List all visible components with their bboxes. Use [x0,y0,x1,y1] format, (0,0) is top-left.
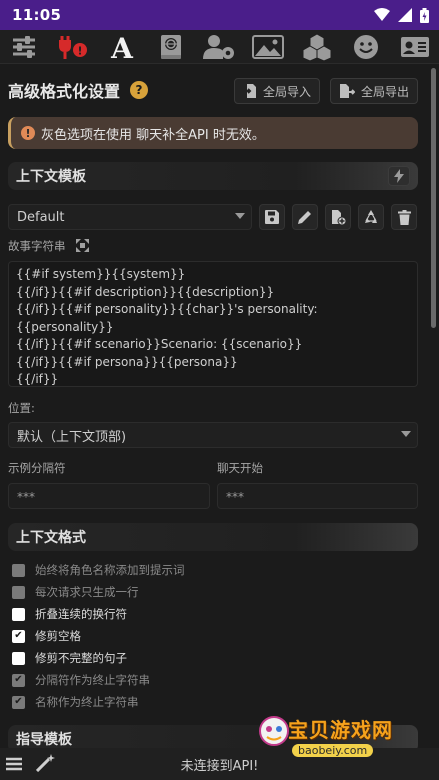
checkbox-row[interactable]: 每次请求只生成一行 [12,584,139,600]
magic-wand-icon[interactable] [36,754,56,772]
help-icon[interactable]: ? [130,81,149,99]
checkbox-label: 修剪空格 [35,629,81,643]
gamepad-icon [259,716,289,746]
status-bar: 11:05 [0,0,439,30]
checkbox[interactable] [12,607,25,621]
example-separator-input[interactable]: *** [8,483,210,509]
global-import-button[interactable]: 全局导入 [234,78,321,104]
font-a-icon[interactable]: A [105,32,139,62]
checkbox-label: 折叠连续的换行符 [35,607,127,621]
user-gear-icon[interactable] [202,32,236,62]
global-import-label: 全局导入 [263,84,312,99]
chat-start-input[interactable]: *** [217,483,418,509]
status-time: 11:05 [12,6,62,24]
file-export-icon [340,84,355,98]
save-icon [265,210,279,224]
context-preset-value: Default [17,209,65,225]
checkbox-row[interactable]: ✔ 修剪空格 [12,628,81,644]
svg-text:A: A [110,34,134,60]
instruct-template-title: 指导模板 [16,732,72,748]
menu-icon[interactable] [6,756,22,772]
checkbox-checked[interactable]: ✔ [12,629,25,643]
story-string-label: 故事字符串 [8,239,66,253]
context-preset-select[interactable]: Default [8,204,252,230]
checkbox-row[interactable]: 修剪不完整的句子 [12,650,127,666]
context-template-title: 上下文模板 [16,169,86,185]
example-separator-label: 示例分隔符 [8,461,66,475]
plug-alert-icon[interactable]: ! [56,32,90,62]
warning-banner: ! 灰色选项在使用 聊天补全API 时无效。 [8,117,418,149]
smile-icon[interactable] [349,32,383,62]
image-icon[interactable] [251,32,285,62]
api-status-text: 未连接到API! [180,758,259,774]
checkbox[interactable] [12,563,25,577]
checkbox-row[interactable]: ✔ 分隔符作为终止字符串 [12,672,150,688]
context-format-title: 上下文格式 [16,530,86,546]
watermark-logo: 宝贝游戏网 baobeiy.com [258,712,408,764]
file-plus-icon [331,209,346,225]
bolt-icon[interactable] [388,166,410,186]
checkbox[interactable] [12,585,25,599]
file-import-icon [243,84,256,98]
checkbox-row[interactable]: 折叠连续的换行符 [12,606,127,622]
checkbox-checked[interactable]: ✔ [12,695,25,709]
delete-button[interactable] [391,204,417,230]
book-globe-icon[interactable] [154,32,188,62]
checkbox-label: 每次请求只生成一行 [35,585,139,599]
scrollbar[interactable] [431,68,436,328]
context-format-section-header[interactable]: 上下文格式 [8,523,418,551]
pencil-icon [298,211,311,224]
watermark-text: 宝贝游戏网 [288,718,393,742]
save-button[interactable] [259,204,285,230]
top-nav: ! A [0,30,439,64]
global-export-label: 全局导出 [361,84,410,99]
exclamation-icon: ! [21,126,35,140]
chat-start-label: 聊天开始 [217,461,263,475]
checkbox-label: 修剪不完整的句子 [35,651,127,665]
trash-icon [397,209,411,225]
context-template-section-header[interactable]: 上下文模板 [8,162,418,190]
checkbox-label: 始终将角色名称添加到提示词 [35,563,185,577]
page-title: 高级格式化设置 [8,82,121,101]
checkbox[interactable] [12,651,25,665]
chevron-down-icon [235,213,245,219]
id-card-icon[interactable] [398,32,432,62]
battery-icon [420,7,429,23]
restore-button[interactable] [358,204,384,230]
checkbox-label: 名称作为终止字符串 [35,695,139,709]
recycle-icon [365,210,377,223]
watermark-url: baobeiy.com [292,744,374,757]
position-label: 位置: [8,401,35,415]
warning-text: 灰色选项在使用 聊天补全API 时无效。 [41,127,265,143]
position-select[interactable]: 默认（上下文顶部) [8,422,418,448]
sliders-icon[interactable] [7,32,41,62]
checkbox-row[interactable]: 始终将角色名称添加到提示词 [12,562,185,578]
position-value: 默认（上下文顶部) [17,429,127,445]
rename-button[interactable] [292,204,318,230]
global-export-button[interactable]: 全局导出 [330,78,419,104]
story-string-textarea[interactable]: {{#if system}}{{system}} {{/if}}{{#if de… [8,261,418,387]
cubes-icon[interactable] [300,32,334,62]
system-icons [374,7,429,23]
signal-icon [398,8,412,22]
checkbox-checked[interactable]: ✔ [12,673,25,687]
expand-icon[interactable] [76,239,89,252]
checkbox-label: 分隔符作为终止字符串 [35,673,150,687]
chevron-down-icon [401,431,411,437]
new-preset-button[interactable] [325,204,351,230]
checkbox-row[interactable]: ✔ 名称作为终止字符串 [12,694,139,710]
wifi-icon [374,8,390,21]
svg-text:!: ! [78,44,83,57]
